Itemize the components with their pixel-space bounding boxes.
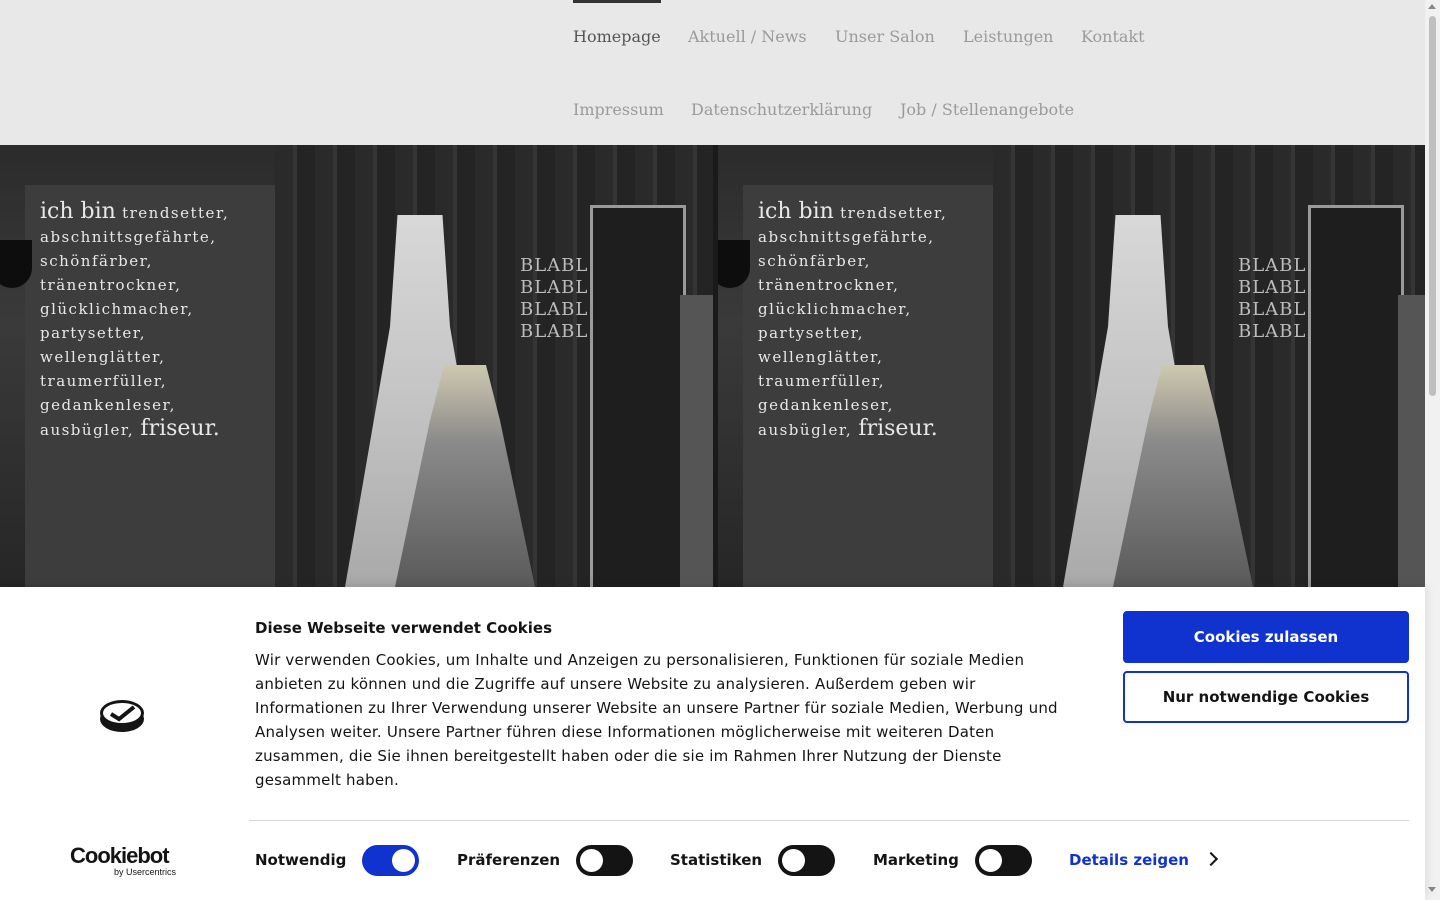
details-link[interactable]: Details zeigen <box>1069 850 1189 870</box>
divider <box>249 820 1409 821</box>
nav-item-aktuell-news[interactable]: Aktuell / News <box>688 27 807 47</box>
nav-item-leistungen[interactable]: Leistungen <box>963 27 1053 47</box>
cookie-banner: Cookiebot by Usercentrics Diese Webseite… <box>0 587 1425 900</box>
nav-item-homepage[interactable]: Homepage <box>573 27 661 47</box>
toggle-notwendig[interactable] <box>362 845 419 876</box>
nav-item-unser-salon[interactable]: Unser Salon <box>835 27 935 47</box>
nav-item-jobs[interactable]: Job / Stellenangebote <box>900 100 1074 120</box>
chalkboard-text: BLABL BLABL BLABL BLABL <box>1238 255 1307 342</box>
necessary-cookies-button[interactable]: Nur notwendige Cookies <box>1123 671 1409 723</box>
chalkboard-text: BLABL BLABL BLABL BLABL <box>520 255 589 342</box>
cookiebot-logo-icon <box>100 700 144 732</box>
wall-quote: ich bin trendsetter, abschnittsgefährte,… <box>40 199 230 441</box>
hero-photo-left: BLABL BLABL BLABL BLABL ich bin trendset… <box>0 145 713 587</box>
toggle-praeferenzen[interactable] <box>576 845 633 876</box>
hero-image: BLABL BLABL BLABL BLABL ich bin trendset… <box>0 145 1425 587</box>
nav-item-datenschutz[interactable]: Datenschutzerklärung <box>691 100 872 120</box>
lamp-shape <box>718 240 750 288</box>
toggle-label-notwendig: Notwendig <box>255 851 347 869</box>
toggle-marketing[interactable] <box>975 845 1032 876</box>
cookie-title: Diese Webseite verwendet Cookies <box>255 619 553 637</box>
nav-item-kontakt[interactable]: Kontakt <box>1081 27 1145 47</box>
wall-quote: ich bin trendsetter, abschnittsgefährte,… <box>758 199 948 441</box>
toggle-label-marketing: Marketing <box>873 851 959 869</box>
toggle-statistiken[interactable] <box>778 845 835 876</box>
site-header: Homepage Aktuell / News Unser Salon Leis… <box>0 0 1425 145</box>
scroll-down-arrow-icon[interactable] <box>1428 887 1436 892</box>
scrollbar-thumb[interactable] <box>1429 16 1436 396</box>
toggle-label-statistiken: Statistiken <box>670 851 763 869</box>
chevron-right-icon[interactable] <box>1203 851 1219 867</box>
cookie-description: Wir verwenden Cookies, um Inhalte und An… <box>255 651 1058 789</box>
cookiebot-brand: Cookiebot by Usercentrics <box>70 843 176 878</box>
active-nav-indicator <box>573 0 661 3</box>
scroll-up-arrow-icon[interactable] <box>1428 4 1436 9</box>
lamp-shape <box>0 240 32 288</box>
allow-cookies-button[interactable]: Cookies zulassen <box>1123 611 1409 663</box>
nav-item-impressum[interactable]: Impressum <box>573 100 664 120</box>
hero-photo-right: BLABL BLABL BLABL BLABL ich bin trendset… <box>718 145 1425 587</box>
toggle-label-praeferenzen: Präferenzen <box>457 851 561 869</box>
